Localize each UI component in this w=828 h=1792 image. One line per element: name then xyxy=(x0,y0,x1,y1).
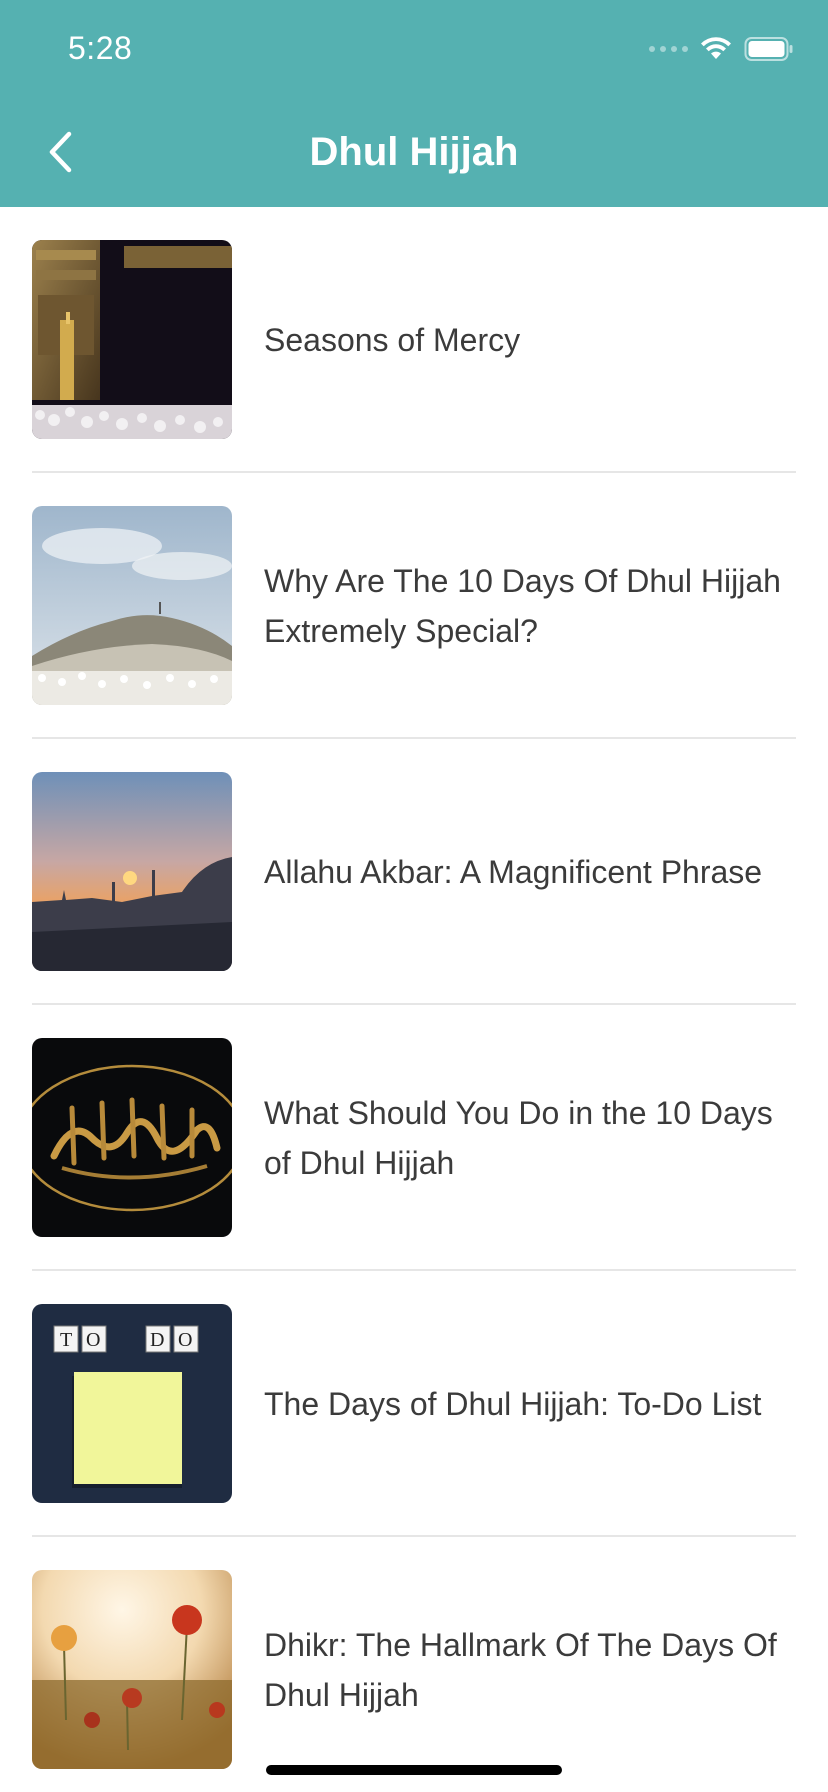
svg-text:O: O xyxy=(86,1329,100,1351)
list-item-title: Seasons of Mercy xyxy=(264,322,521,358)
list-item-title: Allahu Akbar: A Magnificent Phrase xyxy=(264,854,763,890)
mount-arafat-crowd-image xyxy=(32,506,232,705)
list-item-title: What Should You Do in the 10 Days of Dhu… xyxy=(264,1095,773,1181)
list-item-title: Dhikr: The Hallmark Of The Days Of Dhul … xyxy=(264,1627,777,1713)
svg-text:D: D xyxy=(150,1329,164,1351)
signal-icon xyxy=(649,46,688,52)
list-item-title: Why Are The 10 Days Of Dhul Hijjah Extre… xyxy=(264,563,781,649)
list-item[interactable]: Why Are The 10 Days Of Dhul Hijjah Extre… xyxy=(0,473,828,739)
to-do-sticky-note-image: TO DO xyxy=(32,1304,232,1503)
list-item[interactable]: What Should You Do in the 10 Days of Dhu… xyxy=(0,1005,828,1271)
sunset-mosque-skyline-image xyxy=(32,772,232,971)
status-icons xyxy=(649,34,794,64)
svg-text:O: O xyxy=(178,1329,192,1351)
list-item[interactable]: Allahu Akbar: A Magnificent Phrase xyxy=(0,739,828,1005)
list-item[interactable]: Seasons of Mercy xyxy=(0,207,828,473)
kaaba-image xyxy=(32,240,232,439)
nav-header: 5:28 Dhul Hijjah xyxy=(0,0,828,207)
article-list: Seasons of Mercy Why Are The 10 Days Of … xyxy=(0,207,828,1792)
page-title: Dhul Hijjah xyxy=(309,130,519,174)
poppy-field-image xyxy=(32,1570,232,1769)
screen: 5:28 Dhul Hijjah Seasons of Mercy Why Ar… xyxy=(0,0,828,1792)
list-item[interactable]: TO DO The Days of Dhul Hijjah: To-Do Lis… xyxy=(0,1271,828,1537)
list-item-title: The Days of Dhul Hijjah: To-Do List xyxy=(264,1386,762,1422)
list-item[interactable]: Dhikr: The Hallmark Of The Days Of Dhul … xyxy=(0,1537,828,1792)
svg-text:T: T xyxy=(60,1329,72,1351)
allahu-akbar-calligraphy-image xyxy=(32,1038,232,1237)
wifi-icon xyxy=(701,37,731,59)
home-indicator[interactable] xyxy=(266,1765,562,1775)
battery-icon xyxy=(744,37,793,61)
status-time: 5:28 xyxy=(68,30,133,66)
